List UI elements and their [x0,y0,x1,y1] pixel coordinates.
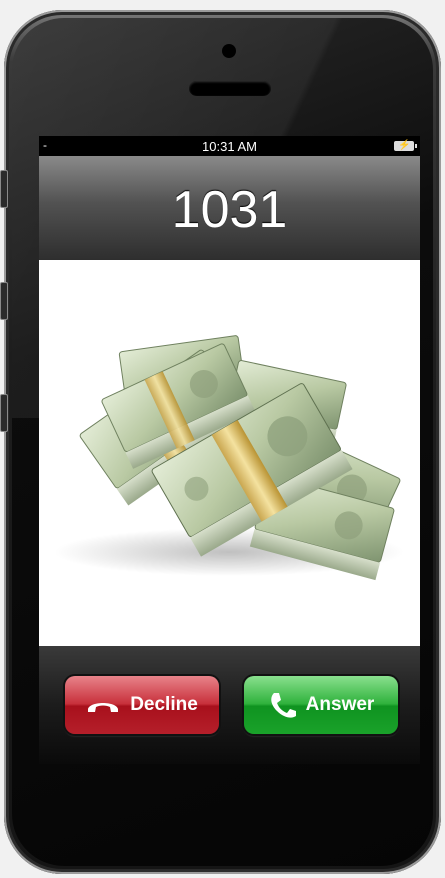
status-time: 10:31 AM [202,139,257,154]
phone-screen: - 10:31 AM ⚡ 1031 Decline Answer [39,136,420,764]
phone-hangup-icon [88,703,119,712]
volume-down-button [0,394,8,432]
caller-header: 1031 [39,156,420,260]
battery-charging-icon: ⚡ [394,140,417,151]
earpiece-speaker [189,81,271,96]
status-bar: - 10:31 AM ⚡ [39,136,420,156]
decline-button[interactable]: Decline [65,676,219,734]
volume-up-button [0,282,8,320]
answer-button[interactable]: Answer [244,676,398,734]
mute-switch [0,170,8,208]
decline-label: Decline [130,694,198,715]
answer-label: Answer [305,694,375,715]
call-action-bar: Decline Answer [39,646,420,764]
phone-handset-icon [270,693,296,718]
caller-number: 1031 [171,181,288,239]
front-camera [222,44,236,58]
money-stacks-image [54,335,404,581]
caller-photo [39,260,420,646]
